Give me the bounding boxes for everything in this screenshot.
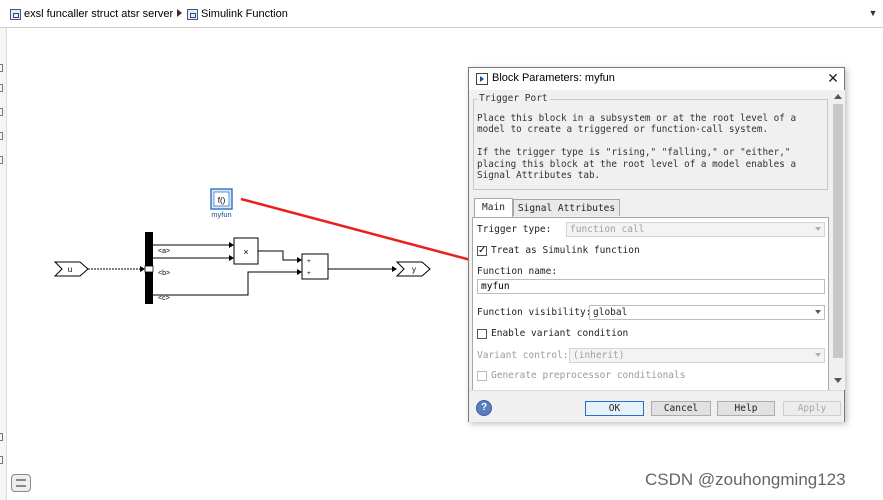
group-title: Trigger Port — [477, 93, 550, 104]
help-icon[interactable]: ? — [476, 400, 492, 416]
function-name-input[interactable]: myfun — [477, 279, 825, 294]
inport-block[interactable]: u — [53, 261, 89, 277]
close-icon[interactable]: ✕ — [825, 70, 841, 86]
checkmark-icon: ✓ — [478, 245, 487, 256]
function-visibility-select[interactable]: global — [589, 305, 825, 320]
trigger-type-label: Trigger type: — [477, 224, 552, 235]
trigger-port-block[interactable]: f() — [210, 188, 233, 210]
dialog-body: Trigger Port Place this block in a subsy… — [469, 90, 831, 390]
sum-sign-1: + — [307, 258, 311, 265]
cancel-button[interactable]: Cancel — [651, 401, 711, 416]
function-name-label: Function name: — [477, 266, 558, 277]
variant-control-label: Variant control: — [477, 350, 569, 361]
outport-block[interactable]: y — [395, 261, 431, 277]
generate-preprocessor-checkbox — [477, 371, 487, 381]
trigger-type-select: function call — [566, 222, 825, 237]
bus-selector-port-icon — [144, 265, 154, 273]
function-name-value: myfun — [481, 281, 510, 292]
bus-arrow-icon — [140, 266, 145, 272]
enable-variant-label: Enable variant condition — [491, 328, 629, 339]
treat-as-simulink-checkbox[interactable]: ✓ — [477, 246, 487, 256]
apply-button: Apply — [783, 401, 841, 416]
help-button[interactable]: Help — [717, 401, 775, 416]
signal-arrow-icon — [297, 257, 302, 263]
chevron-down-icon — [815, 310, 821, 314]
ok-button[interactable]: OK — [585, 401, 644, 416]
signal-arrow-icon — [229, 255, 234, 261]
signal-arrow-icon — [392, 266, 397, 272]
signal-line[interactable] — [153, 271, 297, 296]
function-visibility-value: global — [593, 307, 628, 318]
signal-line[interactable] — [327, 266, 392, 270]
chevron-down-icon — [815, 227, 821, 231]
bus-label-b: <b> — [158, 270, 170, 277]
variant-control-select: (inherit) — [569, 348, 825, 363]
scroll-thumb[interactable] — [833, 104, 843, 358]
trigger-type-value: function call — [570, 224, 645, 235]
scroll-down-icon[interactable] — [834, 378, 842, 383]
enable-variant-checkbox[interactable] — [477, 329, 487, 339]
outport-label: y — [412, 265, 416, 274]
treat-as-simulink-label: Treat as Simulink function — [491, 245, 640, 256]
tab-panel-main: Trigger type: function call ✓ Treat as S… — [472, 217, 829, 390]
inport-label: u — [68, 265, 72, 274]
dialog-title: Block Parameters: myfun — [492, 72, 615, 84]
block-parameters-dialog: Block Parameters: myfun ✕ Trigger Port P… — [468, 67, 845, 422]
product-block[interactable]: × — [233, 237, 259, 265]
bus-label-a: <a> — [158, 248, 170, 255]
tab-signal-attributes[interactable]: Signal Attributes — [513, 199, 620, 216]
signal-arrow-icon — [229, 242, 234, 248]
tab-main[interactable]: Main — [474, 198, 513, 217]
watermark: CSDN @zouhongming123 — [645, 470, 846, 489]
variant-control-value: (inherit) — [573, 350, 625, 361]
chevron-down-icon — [815, 353, 821, 357]
sum-sign-2: + — [307, 270, 311, 277]
trigger-block-name[interactable]: myfun — [211, 210, 231, 219]
function-visibility-label: Function visibility: — [477, 307, 592, 318]
dialog-titlebar[interactable]: Block Parameters: myfun ✕ — [469, 68, 844, 90]
sum-block[interactable]: + + — [301, 253, 329, 280]
generate-preprocessor-label: Generate preprocessor conditionals — [491, 370, 686, 381]
simulink-block-icon — [476, 73, 488, 85]
dialog-scrollbar[interactable] — [831, 90, 845, 390]
trigger-block-text: f() — [218, 196, 226, 205]
signal-arrow-icon — [297, 269, 302, 275]
product-sign: × — [243, 247, 248, 257]
dialog-button-bar: ? OK Cancel Help Apply — [469, 390, 844, 422]
block-description: Place this block in a subsystem or at th… — [477, 113, 797, 182]
scroll-up-icon[interactable] — [834, 94, 842, 99]
signal-line[interactable] — [258, 250, 297, 261]
bus-label-c: <c> — [158, 295, 170, 302]
